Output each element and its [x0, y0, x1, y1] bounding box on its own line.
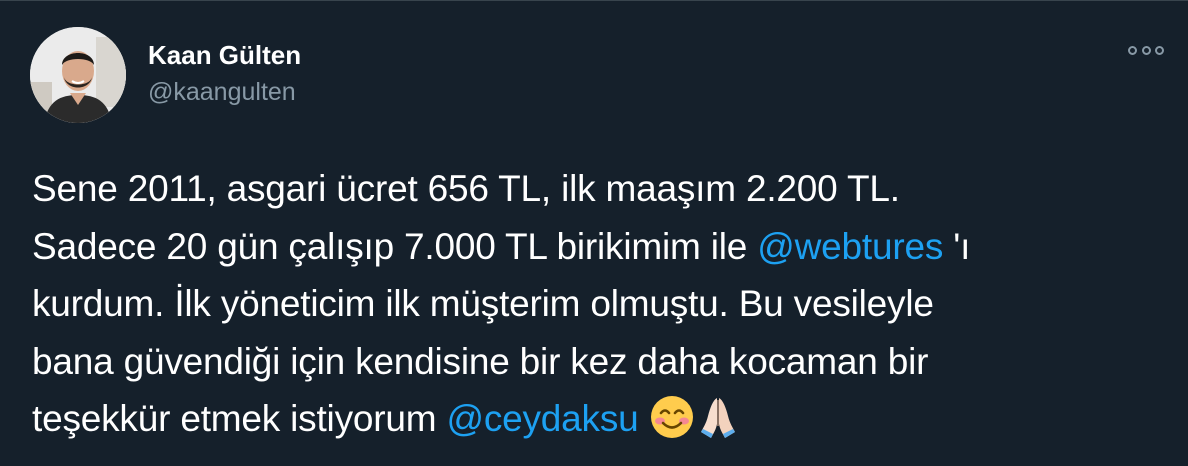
more-horizontal-icon	[1155, 45, 1164, 55]
tweet-line: teşekkür etmek istiyorum @ceydaksu	[32, 390, 1172, 448]
tweet-text-segment: teşekkür etmek istiyorum	[32, 398, 447, 439]
avatar-photo	[30, 27, 126, 123]
tweet-line: bana güvendiği için kendisine bir kez da…	[32, 340, 929, 382]
tweet-line: kurdum. İlk yöneticim ilk müşterim olmuş…	[32, 283, 934, 324]
tweet-text-segment: Sadece 20 gün çalışıp 7.000 TL birikimim…	[32, 225, 758, 267]
folded-hands-icon	[695, 394, 741, 440]
more-options-button[interactable]	[1124, 36, 1168, 64]
tweet-line: Sene 2011, asgari ücret 656 TL, ilk maaş…	[32, 168, 900, 209]
more-horizontal-icon	[1141, 45, 1151, 55]
avatar[interactable]	[30, 27, 126, 123]
author-handle[interactable]: @kaangulten	[148, 77, 296, 107]
mention-link[interactable]: @webtures	[757, 226, 943, 267]
tweet-line: Sadece 20 gün çalışıp 7.000 TL birikimim…	[32, 218, 1172, 276]
tweet-text: Sene 2011, asgari ücret 656 TL, ilk maaş…	[32, 160, 1172, 448]
author-display-name[interactable]: Kaan Gülten	[148, 40, 301, 70]
smiling-face-icon	[649, 394, 695, 440]
tweet-text-segment: 'ı	[943, 225, 971, 267]
mention-link[interactable]: @ceydaksu	[446, 398, 638, 439]
more-horizontal-icon	[1128, 45, 1137, 55]
tweet-card: Kaan Gülten @kaangulten Sene 2011, asgar…	[0, 0, 1188, 466]
divider	[0, 0, 1188, 1]
